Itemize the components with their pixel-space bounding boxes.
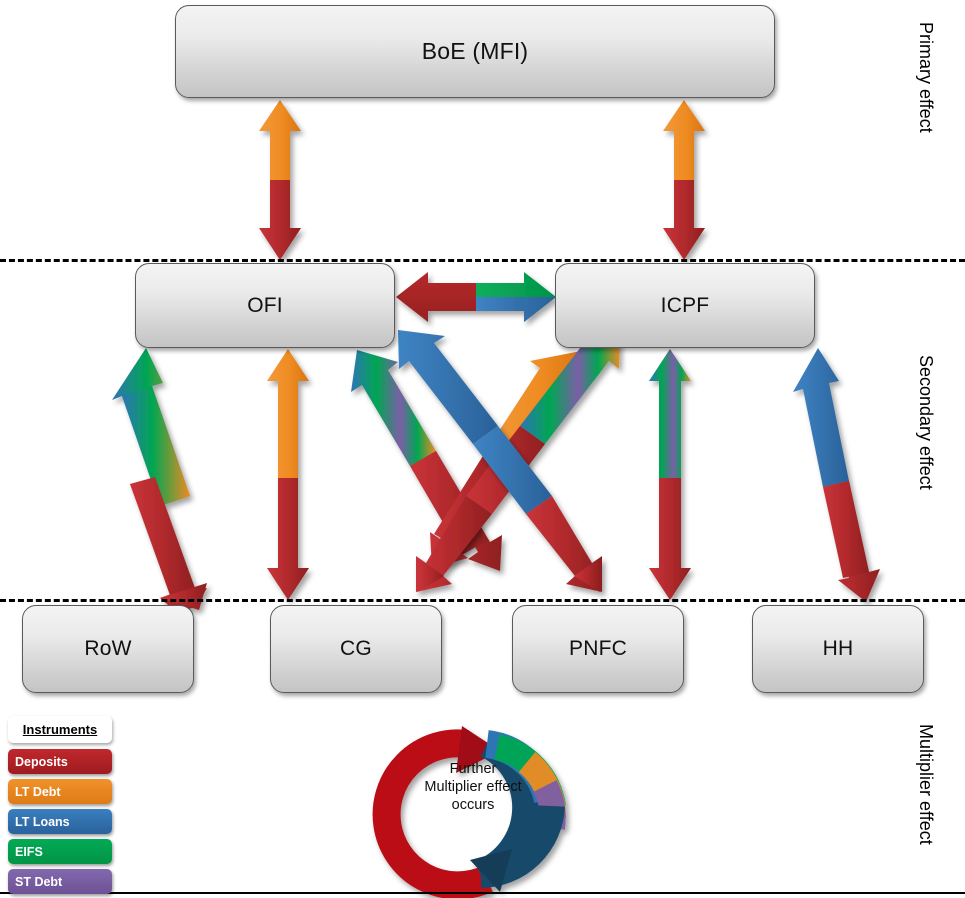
node-boe[interactable]: BoE (MFI) xyxy=(175,5,775,98)
legend-item-lt-debt-label: LT Debt xyxy=(15,784,61,799)
divider-secondary-multiplier xyxy=(0,599,965,602)
legend-item-lt-debt[interactable]: LT Debt xyxy=(8,779,112,804)
arrow-icpf-pnfc xyxy=(649,349,691,600)
legend-item-deposits[interactable]: Deposits xyxy=(8,749,112,774)
arrow-icpf-hh xyxy=(793,348,880,602)
node-cg[interactable]: CG xyxy=(270,605,442,693)
node-hh[interactable]: HH xyxy=(752,605,924,693)
node-icpf[interactable]: ICPF xyxy=(555,263,815,348)
legend-item-st-debt-label: ST Debt xyxy=(15,874,63,889)
node-hh-label: HH xyxy=(822,637,854,660)
node-icpf-label: ICPF xyxy=(660,293,710,317)
divider-primary-secondary xyxy=(0,259,965,262)
band-label-secondary: Secondary effect xyxy=(916,355,936,490)
cycle-line-1: Further xyxy=(449,761,497,777)
node-ofi[interactable]: OFI xyxy=(135,263,395,348)
legend-item-eifs[interactable]: EIFS xyxy=(8,839,112,864)
node-boe-label: BoE (MFI) xyxy=(421,38,529,64)
bottom-rule xyxy=(0,892,965,894)
node-row[interactable]: RoW xyxy=(22,605,194,693)
node-ofi-label: OFI xyxy=(247,293,283,317)
legend-item-eifs-label: EIFS xyxy=(15,844,43,859)
node-pnfc-label: PNFC xyxy=(569,637,627,660)
diagram-canvas: BoE (MFI) OFI ICPF RoW CG PNFC HH Primar… xyxy=(0,0,965,898)
cycle-line-3: occurs xyxy=(451,797,495,813)
arrow-ofi-icpf xyxy=(396,272,556,322)
band-label-multiplier: Multiplier effect xyxy=(916,724,936,845)
legend-item-lt-loans[interactable]: LT Loans xyxy=(8,809,112,834)
legend-title: Instruments xyxy=(8,716,112,743)
arrow-boe-icpf xyxy=(663,100,705,260)
legend-item-deposits-label: Deposits xyxy=(15,754,68,769)
node-row-label: RoW xyxy=(84,637,132,660)
legend-item-lt-loans-label: LT Loans xyxy=(15,814,70,829)
node-pnfc[interactable]: PNFC xyxy=(512,605,684,693)
node-cg-label: CG xyxy=(340,637,372,660)
cycle-line-2: Multiplier effect xyxy=(424,779,522,795)
arrow-ofi-row xyxy=(112,348,207,612)
arrow-ofi-cg xyxy=(267,349,309,600)
legend-item-st-debt[interactable]: ST Debt xyxy=(8,869,112,894)
multiplier-cycle-text: Further Multiplier effect occurs xyxy=(398,760,548,814)
legend: Instruments Deposits LT Debt LT Loans EI… xyxy=(8,716,112,898)
band-label-primary: Primary effect xyxy=(916,22,936,133)
arrow-boe-ofi xyxy=(259,100,301,260)
